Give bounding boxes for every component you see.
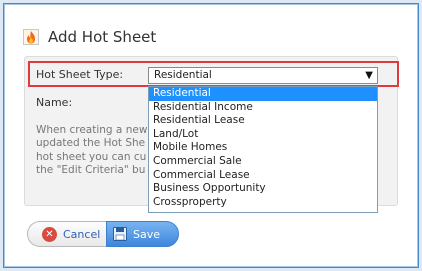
cancel-button[interactable]: ✕ Cancel	[27, 221, 106, 247]
dropdown-option[interactable]: Residential Income	[149, 101, 377, 115]
action-buttons: ✕ Cancel Save	[27, 221, 179, 247]
cancel-label: Cancel	[63, 227, 101, 241]
dropdown-option[interactable]: Residential	[149, 87, 377, 101]
save-icon	[113, 227, 127, 241]
name-label: Name:	[36, 96, 73, 109]
dialog-header: Add Hot Sheet	[23, 26, 156, 48]
save-button[interactable]: Save	[106, 221, 179, 247]
cancel-icon: ✕	[42, 226, 57, 242]
dropdown-arrow-icon[interactable]: ▼	[365, 68, 373, 83]
dropdown-option[interactable]: Residential Lease	[149, 114, 377, 128]
select-value: Residential	[154, 69, 212, 81]
dropdown-option[interactable]: Crossproperty	[149, 196, 377, 210]
save-label: Save	[133, 227, 161, 241]
dropdown-option[interactable]: Land/Lot	[149, 128, 377, 142]
dropdown-option[interactable]: Mobile Homes	[149, 141, 377, 155]
dropdown-option[interactable]: Commercial Sale	[149, 155, 377, 169]
dropdown-option[interactable]: Business Opportunity	[149, 182, 377, 196]
hot-sheet-type-select[interactable]: Residential ▼	[148, 67, 378, 84]
hot-sheet-type-dropdown-list: Residential Residential Income Residenti…	[148, 86, 378, 213]
dropdown-option[interactable]: Commercial Lease	[149, 169, 377, 183]
fire-icon	[23, 29, 39, 45]
dialog-title: Add Hot Sheet	[48, 28, 157, 46]
